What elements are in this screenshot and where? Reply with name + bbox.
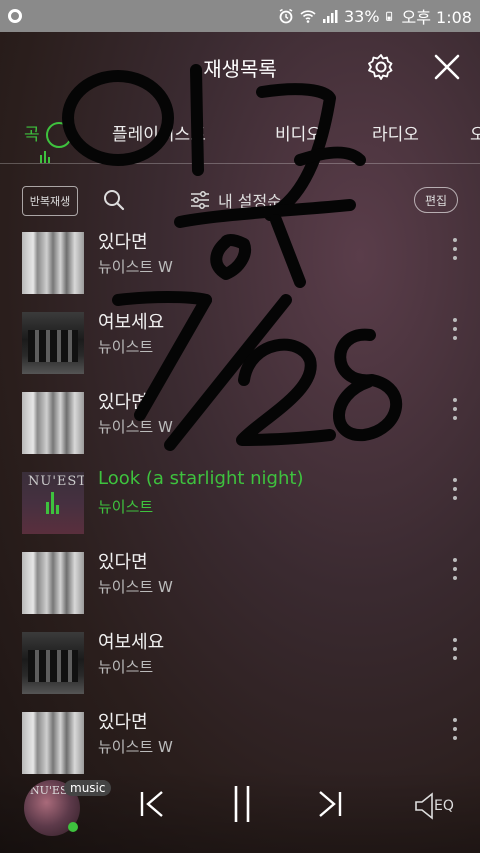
- sort-sliders-icon: [191, 191, 209, 209]
- tab-radio[interactable]: 라디오: [372, 120, 419, 145]
- album-art: [22, 232, 84, 294]
- album-art: [22, 552, 84, 614]
- now-playing-eq-icon: [46, 492, 62, 514]
- more-options-icon[interactable]: [452, 398, 458, 420]
- song-row-now-playing[interactable]: NU'EST Look (a starlight night) 뉴이스트: [0, 468, 480, 548]
- song-title: 있다면: [98, 712, 148, 733]
- eq-label: EQ: [434, 798, 454, 814]
- sort-label: 내 설정순: [218, 192, 282, 211]
- song-title: 있다면: [98, 232, 148, 253]
- edit-button[interactable]: 편집: [414, 187, 458, 213]
- previous-icon[interactable]: [132, 784, 172, 824]
- playlist-header: 재생목록: [0, 32, 480, 102]
- next-icon[interactable]: [310, 784, 350, 824]
- tab-bar: 곡 플레이리스트 비디오 라디오 오: [0, 106, 480, 164]
- song-artist: 뉴이스트: [98, 498, 154, 516]
- close-icon[interactable]: [432, 52, 462, 82]
- pause-icon[interactable]: [222, 784, 262, 824]
- mini-player: NU'EST music EQ: [0, 770, 480, 853]
- tab-eq-indicator-icon: [40, 148, 50, 163]
- more-options-icon[interactable]: [452, 638, 458, 660]
- song-title: 있다면: [98, 552, 148, 573]
- more-options-icon[interactable]: [452, 318, 458, 340]
- album-art: [22, 712, 84, 774]
- tab-songs[interactable]: 곡: [24, 120, 40, 145]
- wifi-icon: [300, 10, 316, 23]
- repeat-button[interactable]: 반복재생: [22, 186, 78, 216]
- song-row[interactable]: 있다면 뉴이스트 W: [0, 548, 480, 628]
- list-toolbar: 반복재생 내 설정순 편집: [0, 178, 480, 224]
- sort-button[interactable]: 내 설정순: [190, 188, 282, 212]
- playing-dot: [68, 822, 78, 832]
- song-title: 여보세요: [98, 312, 165, 333]
- song-row[interactable]: 여보세요 뉴이스트: [0, 628, 480, 708]
- status-bar: 33% 오후 1:08: [0, 0, 480, 32]
- clock-text: 오후 1:08: [401, 8, 472, 27]
- song-row[interactable]: 여보세요 뉴이스트: [0, 308, 480, 388]
- app-notification-icon: [8, 9, 22, 23]
- alarm-icon: [279, 8, 293, 24]
- album-art-text: NU'EST: [28, 474, 84, 489]
- song-artist: 뉴이스트 W: [98, 258, 173, 276]
- song-artist: 뉴이스트 W: [98, 578, 173, 596]
- tab-more[interactable]: 오: [470, 120, 480, 145]
- battery-icon: [385, 11, 392, 21]
- song-artist: 뉴이스트: [98, 658, 154, 676]
- page-title: 재생목록: [203, 56, 277, 81]
- song-list: 있다면 뉴이스트 W 여보세요 뉴이스트 있다면 뉴이스트 W NU'EST L…: [0, 228, 480, 788]
- song-title: 있다면: [98, 392, 148, 413]
- tab-playlists[interactable]: 플레이리스트: [112, 120, 206, 145]
- play-indicator-icon: [46, 122, 72, 148]
- song-title: Look (a starlight night): [98, 468, 304, 489]
- album-art: [22, 312, 84, 374]
- gear-icon[interactable]: [366, 52, 396, 82]
- album-art: NU'EST: [22, 472, 84, 534]
- speaker-icon: [415, 792, 433, 820]
- song-row[interactable]: 있다면 뉴이스트 W: [0, 228, 480, 308]
- eq-button[interactable]: EQ: [414, 792, 460, 822]
- tab-videos[interactable]: 비디오: [275, 120, 322, 145]
- more-options-icon[interactable]: [452, 558, 458, 580]
- song-artist: 뉴이스트 W: [98, 738, 173, 756]
- more-options-icon[interactable]: [452, 718, 458, 740]
- song-row[interactable]: 있다면 뉴이스트 W: [0, 388, 480, 468]
- album-art: [22, 392, 84, 454]
- music-badge: music: [64, 780, 112, 796]
- more-options-icon[interactable]: [452, 238, 458, 260]
- signal-icon: [322, 10, 338, 23]
- album-art: [22, 632, 84, 694]
- battery-text: 33%: [343, 6, 380, 26]
- search-icon[interactable]: [102, 188, 126, 212]
- song-artist: 뉴이스트 W: [98, 418, 173, 436]
- more-options-icon[interactable]: [452, 478, 458, 500]
- song-artist: 뉴이스트: [98, 338, 154, 356]
- song-title: 여보세요: [98, 632, 165, 653]
